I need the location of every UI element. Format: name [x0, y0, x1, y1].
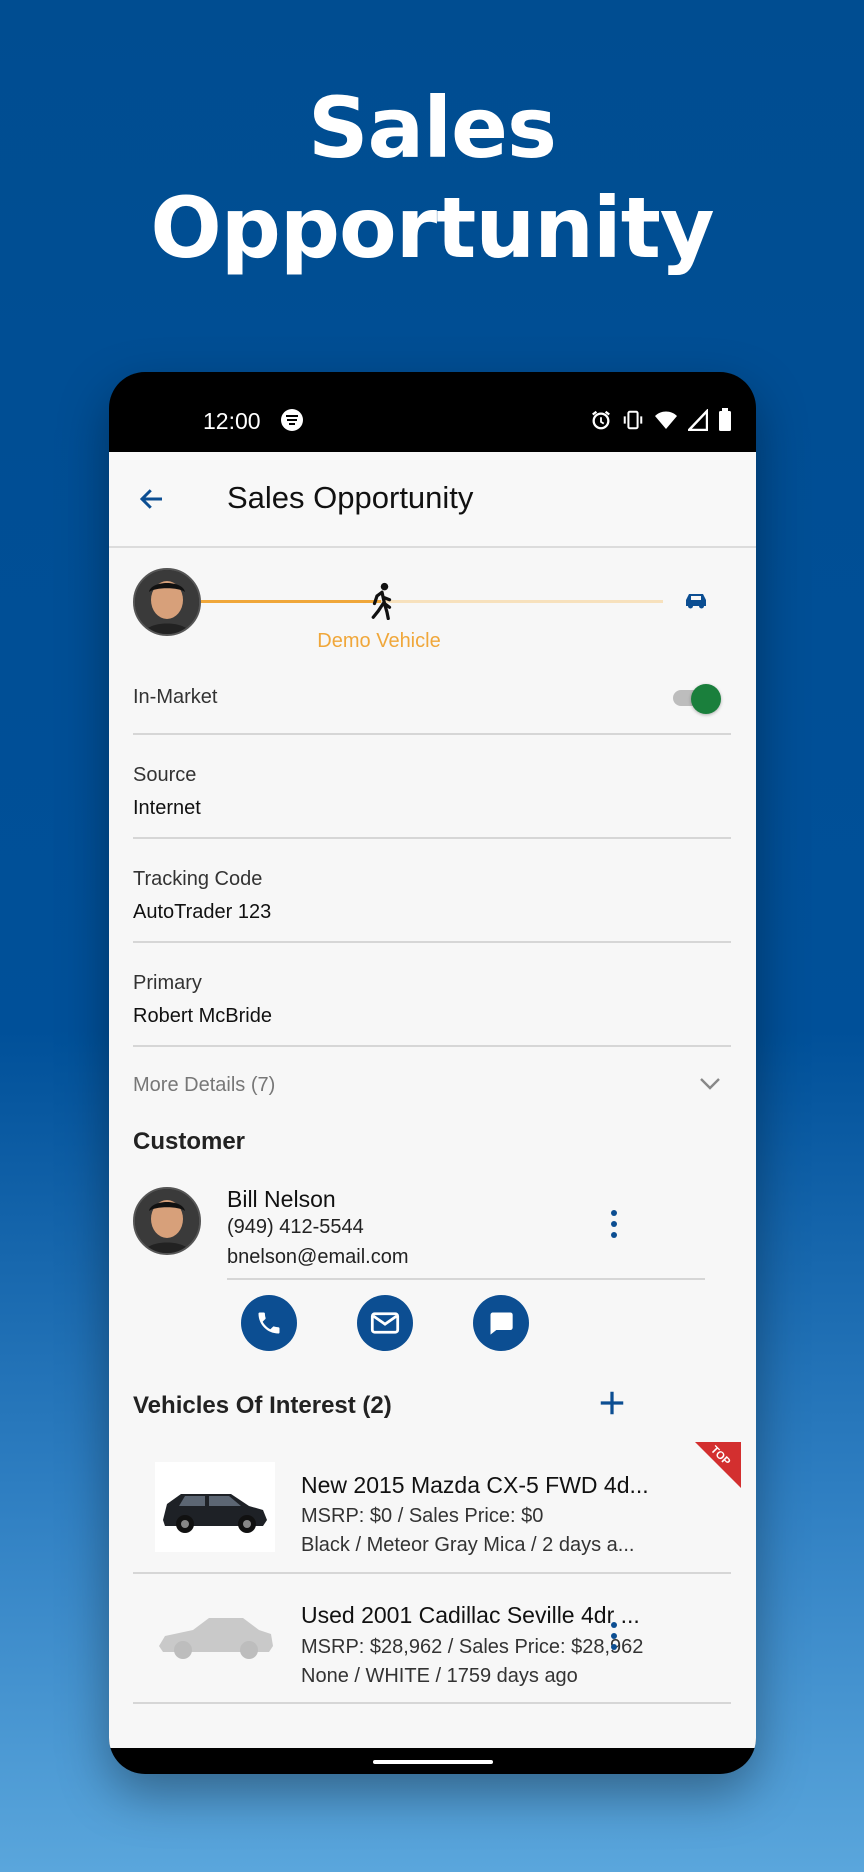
- divider: [133, 1702, 731, 1704]
- source-label: Source: [133, 764, 197, 786]
- hero-title: Sales Opportunity: [0, 78, 864, 278]
- progress-track-remaining: [381, 600, 663, 603]
- vehicle-more-button[interactable]: [611, 1622, 617, 1655]
- walking-person-icon: [371, 582, 392, 620]
- in-market-toggle[interactable]: [671, 684, 721, 714]
- vehicle-price: MSRP: $0 / Sales Price: $0: [301, 1505, 544, 1527]
- wifi-icon: [655, 411, 677, 429]
- vehicle-title: New 2015 Mazda CX-5 FWD 4d...: [301, 1472, 649, 1498]
- email-button[interactable]: [357, 1295, 413, 1351]
- vehicle-price: MSRP: $28,962 / Sales Price: $28,962: [301, 1636, 644, 1658]
- primary-label: Primary: [133, 972, 202, 994]
- customer-more-button[interactable]: [611, 1210, 617, 1243]
- signal-icon: [688, 409, 708, 431]
- phone-icon: [258, 1312, 280, 1334]
- mail-icon: [370, 1312, 400, 1334]
- status-bar: 12:00: [109, 372, 756, 452]
- alarm-icon: [592, 410, 610, 430]
- vehicles-section-title: Vehicles Of Interest (2): [133, 1392, 392, 1419]
- divider: [133, 733, 731, 735]
- add-vehicle-button[interactable]: [597, 1388, 627, 1418]
- divider: [227, 1278, 705, 1280]
- back-arrow-icon[interactable]: [137, 484, 167, 514]
- chevron-down-icon: [700, 1078, 720, 1090]
- notification-icon: [281, 409, 303, 431]
- vehicle-row[interactable]: New 2015 Mazda CX-5 FWD 4d... MSRP: $0 /…: [109, 1442, 756, 1572]
- vehicle-photo: [155, 1462, 275, 1552]
- customer-name[interactable]: Bill Nelson: [227, 1186, 336, 1213]
- car-icon: [686, 594, 706, 609]
- app-screen: Sales Opportunity Demo Vehicle In-Market…: [109, 452, 756, 1748]
- vehicle-details: None / WHITE / 1759 days ago: [301, 1665, 578, 1687]
- source-value[interactable]: Internet: [133, 797, 201, 820]
- in-market-label: In-Market: [133, 686, 218, 708]
- phone-frame: 12:00 Sales Opportunity Demo Vehicle In-…: [109, 372, 756, 1774]
- divider: [133, 1045, 731, 1047]
- progress-stage-label: Demo Vehicle: [317, 630, 441, 652]
- status-icons: [590, 408, 732, 432]
- progress-track-filled: [201, 600, 381, 603]
- battery-icon: [719, 408, 731, 431]
- divider: [133, 837, 731, 839]
- divider: [133, 941, 731, 943]
- customer-email[interactable]: bnelson@email.com: [227, 1246, 409, 1269]
- vehicle-row[interactable]: Used 2001 Cadillac Seville 4dr ... MSRP:…: [109, 1574, 756, 1702]
- page-title: Sales Opportunity: [227, 480, 474, 515]
- vehicle-title: Used 2001 Cadillac Seville 4dr ...: [301, 1602, 640, 1628]
- more-details-row[interactable]: More Details (7): [133, 1052, 731, 1112]
- top-badge: TOP: [695, 1442, 741, 1488]
- vehicle-placeholder-icon: [159, 1618, 273, 1659]
- hero-title-line2: Opportunity: [150, 179, 714, 277]
- tracking-code-label: Tracking Code: [133, 868, 263, 890]
- customer-section-title: Customer: [133, 1128, 246, 1155]
- more-details-label: More Details (7): [133, 1074, 276, 1096]
- home-indicator[interactable]: [373, 1760, 493, 1764]
- message-button[interactable]: [473, 1295, 529, 1351]
- vibrate-icon: [623, 410, 643, 430]
- hero-title-line1: Sales: [308, 79, 557, 177]
- app-bar: Sales Opportunity: [109, 452, 756, 548]
- tracking-code-value[interactable]: AutoTrader 123: [133, 901, 271, 924]
- customer-phone[interactable]: (949) 412-5544: [227, 1216, 364, 1239]
- customer-avatar: [133, 1187, 201, 1255]
- call-button[interactable]: [241, 1295, 297, 1351]
- vehicle-details: Black / Meteor Gray Mica / 2 days a...: [301, 1534, 635, 1556]
- primary-value[interactable]: Robert McBride: [133, 1005, 272, 1028]
- status-time: 12:00: [203, 408, 261, 434]
- salesperson-avatar: [133, 568, 201, 636]
- chat-bubble-icon: [490, 1312, 513, 1335]
